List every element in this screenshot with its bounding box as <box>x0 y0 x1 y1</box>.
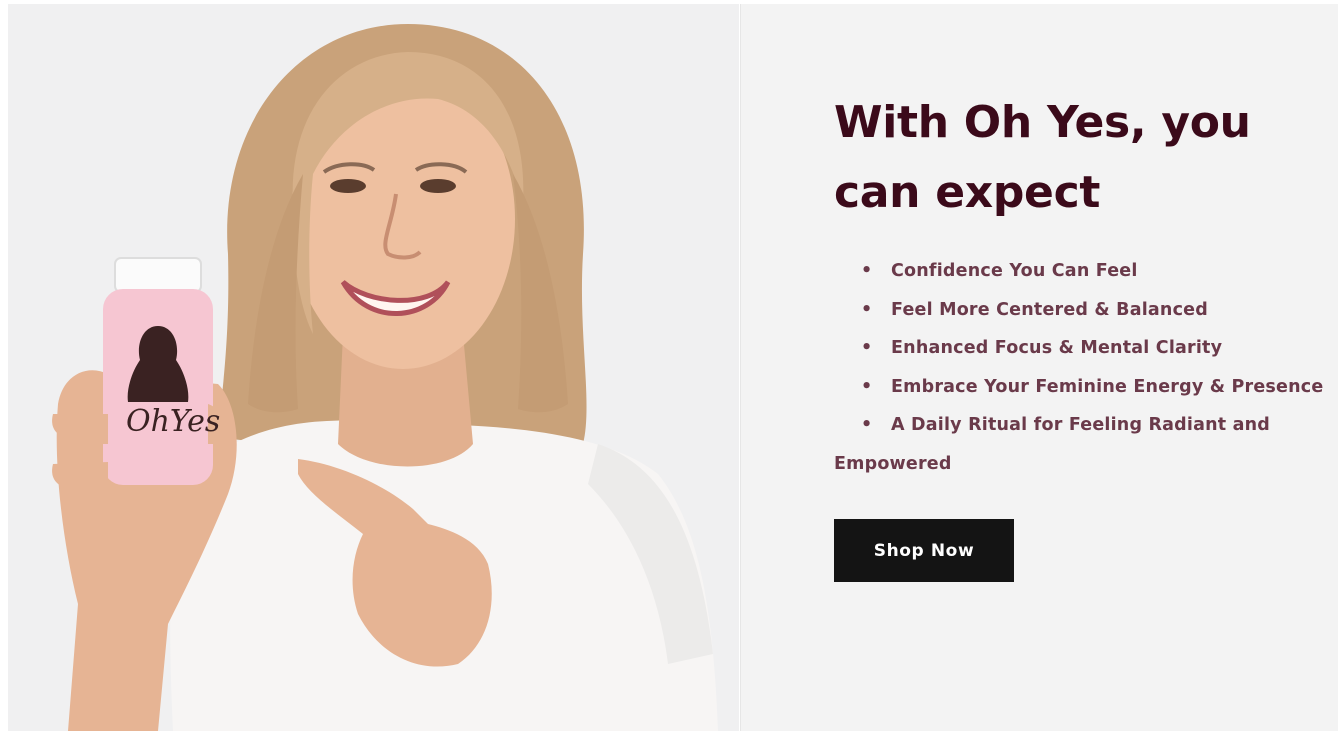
benefit-text: Confidence You Can Feel <box>891 261 1138 281</box>
benefit-text: Embrace Your Feminine Energy & Presence <box>891 376 1324 397</box>
benefit-text: A Daily Ritual for Feeling Radiant and <box>891 415 1271 436</box>
list-item: • Enhanced Focus & Mental Clarity <box>861 329 1331 368</box>
list-item-continued: Empowered <box>834 445 1331 484</box>
page: OhYes With Oh Yes, you can expect • Confi… <box>0 0 1338 731</box>
bullet: • <box>861 376 873 397</box>
benefit-text: Enhanced Focus & Mental Clarity <box>891 338 1223 359</box>
benefits-list: • Confidence You Can Feel • Feel More Cent… <box>834 252 1331 484</box>
shop-now-button[interactable]: Shop Now <box>834 519 1014 582</box>
page-title: With Oh Yes, you can expect <box>834 97 1251 218</box>
benefit-text: Feel More Centered & Balanced <box>891 299 1208 320</box>
list-item: • Feel More Centered & Balanced <box>861 291 1331 330</box>
bullet: • <box>861 338 873 359</box>
bullet: • <box>861 299 873 320</box>
content-panel: With Oh Yes, you can expect • Confidence … <box>740 4 1338 731</box>
hero-image: OhYes <box>8 4 739 731</box>
bullet: • <box>861 261 873 281</box>
list-item: • Embrace Your Feminine Energy & Presence <box>861 368 1331 407</box>
list-item: • Confidence You Can Feel <box>861 252 1331 291</box>
bottle-brand-label: OhYes <box>126 404 221 439</box>
list-item: • A Daily Ritual for Feeling Radiant and <box>861 406 1331 445</box>
bullet: • <box>861 415 873 436</box>
woman-with-bottle-illustration <box>8 4 739 731</box>
benefit-text: Empowered <box>834 453 952 474</box>
